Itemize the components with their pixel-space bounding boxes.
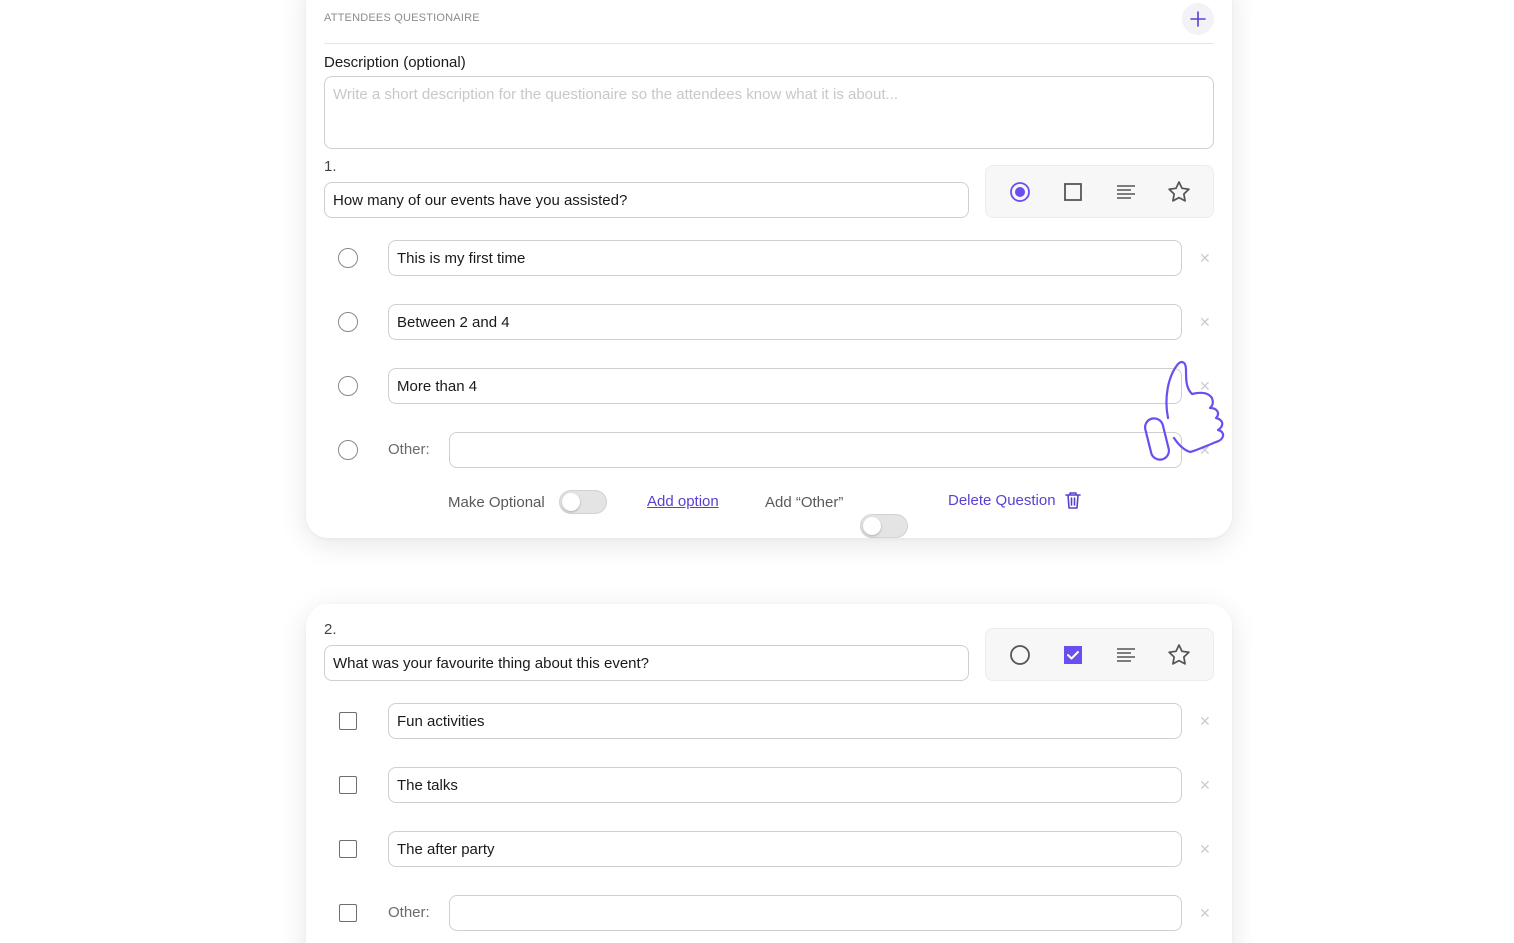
checkbox-checked-icon	[1064, 645, 1083, 664]
question-type-selector	[985, 165, 1214, 218]
radio-selected-icon	[1010, 181, 1031, 202]
make-optional-toggle[interactable]	[559, 490, 607, 514]
option-text: Between 2 and 4	[397, 313, 510, 331]
option-radio[interactable]	[338, 440, 358, 460]
description-label: Description (optional)	[324, 54, 466, 71]
option-checkbox[interactable]	[338, 903, 358, 923]
add-other-toggle[interactable]	[860, 514, 908, 538]
option-input[interactable]: The after party	[388, 831, 1182, 867]
question-text-input[interactable]: What was your favourite thing about this…	[324, 645, 969, 681]
question-card-2: 2. What was your favourite thing about t…	[306, 604, 1232, 943]
text-answer-type-button[interactable]	[1106, 635, 1146, 675]
option-text: More than 4	[397, 377, 478, 395]
radio-icon	[1010, 644, 1031, 665]
option-input[interactable]: Fun activities	[388, 703, 1182, 739]
delete-question-button[interactable]: Delete Question	[948, 490, 1082, 510]
plus-icon	[1190, 11, 1206, 27]
add-question-button[interactable]	[1182, 3, 1214, 35]
option-text: The after party	[397, 840, 495, 858]
make-optional-label: Make Optional	[448, 494, 545, 511]
option-radio[interactable]	[338, 312, 358, 332]
question-card-1: ATTENDEES QUESTIONAIRE Description (opti…	[306, 0, 1232, 538]
option-text: Fun activities	[397, 712, 485, 730]
description-input[interactable]	[333, 86, 1205, 139]
other-label: Other:	[388, 904, 430, 921]
other-input[interactable]	[449, 432, 1182, 468]
description-field[interactable]	[324, 76, 1214, 149]
toggle-knob	[863, 517, 881, 535]
section-title: ATTENDEES QUESTIONAIRE	[324, 12, 480, 24]
radio-circle	[338, 440, 358, 460]
checkbox-square	[339, 712, 357, 730]
checkbox-square	[339, 840, 357, 858]
text-lines-icon	[1116, 184, 1135, 199]
add-option-link[interactable]: Add option	[647, 493, 719, 510]
text-lines-icon	[1116, 647, 1135, 662]
question-text-input[interactable]: How many of our events have you assisted…	[324, 182, 969, 218]
remove-option-button[interactable]: ✕	[1199, 314, 1211, 331]
star-icon	[1167, 643, 1190, 665]
checkbox-square	[339, 776, 357, 794]
option-radio[interactable]	[338, 376, 358, 396]
add-other-label: Add “Other”	[765, 494, 844, 511]
delete-question-label: Delete Question	[948, 491, 1056, 509]
multiple-choice-type-button[interactable]	[1053, 635, 1093, 675]
divider	[324, 43, 1214, 44]
option-input[interactable]: Between 2 and 4	[388, 304, 1182, 340]
other-input[interactable]	[449, 895, 1182, 931]
question-number: 1.	[324, 158, 337, 175]
radio-circle	[338, 376, 358, 396]
option-checkbox[interactable]	[338, 775, 358, 795]
checkbox-square	[339, 904, 357, 922]
other-label: Other:	[388, 441, 430, 458]
multiple-choice-type-button[interactable]	[1053, 172, 1093, 212]
remove-option-button[interactable]: ✕	[1199, 250, 1211, 267]
toggle-knob	[562, 493, 580, 511]
single-choice-type-button[interactable]	[1000, 172, 1040, 212]
rating-type-button[interactable]	[1159, 635, 1199, 675]
star-icon	[1167, 180, 1190, 202]
remove-option-button[interactable]: ✕	[1199, 713, 1211, 730]
checkbox-icon	[1064, 182, 1083, 201]
question-text: How many of our events have you assisted…	[333, 191, 628, 209]
option-checkbox[interactable]	[338, 839, 358, 859]
question-number: 2.	[324, 621, 337, 638]
single-choice-type-button[interactable]	[1000, 635, 1040, 675]
remove-option-button[interactable]: ✕	[1199, 777, 1211, 794]
option-input[interactable]: The talks	[388, 767, 1182, 803]
trash-icon	[1064, 492, 1081, 509]
rating-type-button[interactable]	[1159, 172, 1199, 212]
text-answer-type-button[interactable]	[1106, 172, 1146, 212]
option-text: The talks	[397, 776, 458, 794]
remove-option-button[interactable]: ✕	[1199, 905, 1211, 922]
question-type-selector	[985, 628, 1214, 681]
option-input[interactable]: More than 4	[388, 368, 1182, 404]
radio-circle	[338, 312, 358, 332]
question-text: What was your favourite thing about this…	[333, 654, 650, 672]
option-text: This is my first time	[397, 249, 526, 267]
option-checkbox[interactable]	[338, 711, 358, 731]
thumbs-up-icon	[1143, 360, 1225, 461]
radio-circle	[338, 248, 358, 268]
option-radio[interactable]	[338, 248, 358, 268]
remove-option-button[interactable]: ✕	[1199, 841, 1211, 858]
option-input[interactable]: This is my first time	[388, 240, 1182, 276]
